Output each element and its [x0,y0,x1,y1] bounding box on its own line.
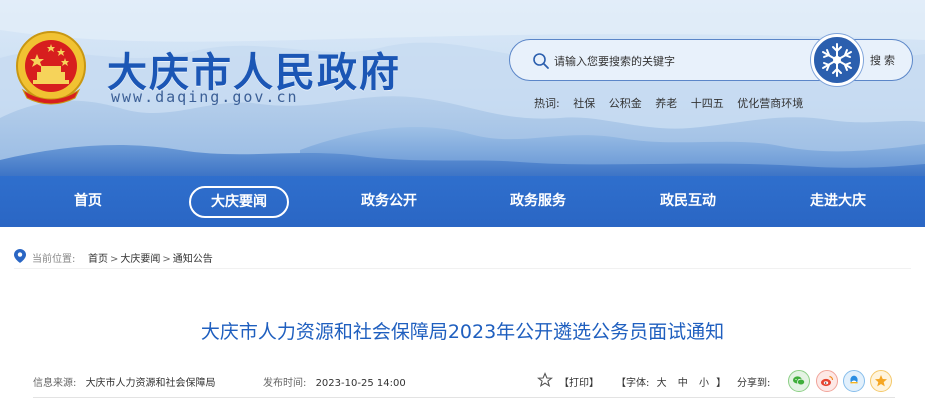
hotword-link[interactable]: 十四五 [691,97,724,110]
nav-item-daqing-news[interactable]: 大庆要闻 [179,176,299,227]
font-size-control: 【字体: 大 中 小 】 [616,374,726,389]
nav-item-home[interactable]: 首页 [28,176,148,227]
date-value: 2023-10-25 14:00 [315,378,406,389]
article-source: 信息来源: 大庆市人力资源和社会保障局 [33,374,216,389]
location-pin-icon [14,249,26,263]
divider [14,268,911,269]
font-size-large[interactable]: 大 [657,378,667,389]
search-input[interactable] [554,50,804,72]
main-nav: 首页 大庆要闻 政务公开 政务服务 政民互动 走进大庆 [0,176,925,227]
site-header: 大庆市人民政府 www.daqing.gov.cn 搜索 热词: [0,0,925,176]
hotwords-bar: 热词: 社保 公积金 养老 十四五 优化营商环境 [534,95,813,111]
source-label: 信息来源: [33,378,77,389]
hotword-link[interactable]: 公积金 [609,97,642,110]
search-button[interactable]: 搜索 [870,52,898,68]
article-date: 发布时间: 2023-10-25 14:00 [263,374,406,389]
share-wechat-icon[interactable] [788,370,810,392]
nav-item-gov-services[interactable]: 政务服务 [478,176,598,227]
hotwords-label: 热词: [534,97,560,110]
national-emblem-icon [16,31,86,105]
breadcrumb-separator: > [162,254,171,265]
date-label: 发布时间: [263,378,307,389]
share-qzone-icon[interactable] [870,370,892,392]
share-weibo-icon[interactable] [816,370,838,392]
source-value: 大庆市人力资源和社会保障局 [85,378,216,389]
nav-item-interaction[interactable]: 政民互动 [628,176,748,227]
font-size-small[interactable]: 小 [699,378,709,389]
font-size-medium[interactable]: 中 [678,378,688,389]
site-url: www.daqing.gov.cn [111,88,299,106]
breadcrumb-daqing-news[interactable]: 大庆要闻 [120,254,160,265]
article-title: 大庆市人力资源和社会保障局2023年公开遴选公务员面试通知 [200,321,725,343]
star-icon[interactable] [537,372,553,388]
print-button[interactable]: 【打印】 [559,374,599,389]
hotword-link[interactable]: 社保 [573,97,595,110]
share-label: 分享到: [737,378,771,389]
divider [33,397,895,398]
search-icon[interactable] [532,52,550,70]
hotword-link[interactable]: 养老 [655,97,677,110]
nav-item-gov-affairs[interactable]: 政务公开 [329,176,449,227]
nav-item-label: 大庆要闻 [189,186,289,218]
font-close: 】 [716,378,727,389]
share-qq-icon[interactable] [843,370,865,392]
breadcrumb-label: 当前位置: [32,254,76,265]
nav-item-about-daqing[interactable]: 走进大庆 [778,176,898,227]
breadcrumb-home[interactable]: 首页 [88,254,108,265]
breadcrumb-notices[interactable]: 通知公告 [173,254,213,265]
breadcrumb-separator: > [110,254,119,265]
snowflake-icon [811,34,863,86]
font-label: 【字体: [616,378,650,389]
hotword-link[interactable]: 优化营商环境 [737,97,803,110]
